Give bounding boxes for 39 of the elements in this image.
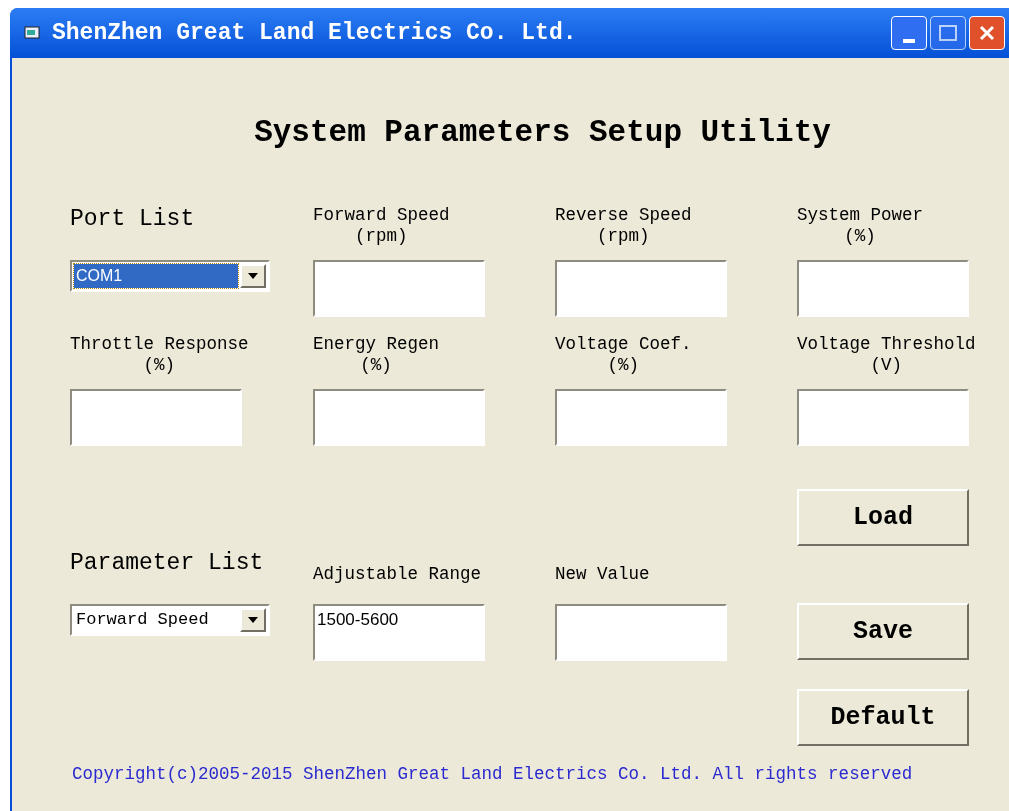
- field-label: Adjustable Range: [313, 564, 482, 584]
- caret-icon: [248, 617, 258, 623]
- push-button[interactable]: Load: [797, 489, 969, 546]
- copyright-text: Copyright(c)2005-2015 ShenZhen Great Land Electrics Co. Ltd. All rights reserved: [72, 764, 913, 784]
- field-label: Voltage Threshold (V): [797, 334, 976, 376]
- minimize-button[interactable]: [891, 16, 927, 50]
- input-field[interactable]: [555, 389, 727, 446]
- input-field[interactable]: [313, 260, 485, 317]
- maximize-button[interactable]: [930, 16, 966, 50]
- field-label: Forward Speed (rpm): [313, 205, 450, 247]
- close-button[interactable]: [969, 16, 1005, 50]
- input-field[interactable]: [797, 260, 969, 317]
- push-button[interactable]: Default: [797, 689, 969, 746]
- dropdown-arrow-button[interactable]: [240, 608, 266, 632]
- heading: System Parameters Setup Utility: [254, 118, 831, 148]
- input-field[interactable]: [555, 604, 727, 661]
- field-label: Throttle Response (%): [70, 334, 249, 376]
- close-icon: [979, 25, 995, 41]
- input-field[interactable]: [70, 389, 242, 446]
- caret-icon: [248, 273, 258, 279]
- dropdown[interactable]: Forward Speed: [70, 604, 270, 636]
- field-label: Reverse Speed (rpm): [555, 205, 692, 247]
- input-field[interactable]: [313, 389, 485, 446]
- window-title: ShenZhen Great Land Electrics Co. Ltd.: [52, 18, 577, 48]
- field-label: Energy Regen (%): [313, 334, 440, 376]
- list-label: Parameter List: [70, 550, 264, 576]
- maximize-icon: [939, 25, 957, 41]
- input-field[interactable]: 1500-5600: [313, 604, 485, 661]
- dropdown[interactable]: COM1: [70, 260, 270, 292]
- dropdown-arrow-button[interactable]: [240, 264, 266, 288]
- field-label: System Power (%): [797, 205, 924, 247]
- input-field[interactable]: [555, 260, 727, 317]
- minimize-icon: [903, 39, 915, 43]
- push-button[interactable]: Save: [797, 603, 969, 660]
- app-icon: [24, 25, 42, 41]
- list-label: Port List: [70, 206, 195, 232]
- field-label: New Value: [555, 564, 650, 584]
- field-label: Voltage Coef. (%): [555, 334, 692, 376]
- input-field[interactable]: [797, 389, 969, 446]
